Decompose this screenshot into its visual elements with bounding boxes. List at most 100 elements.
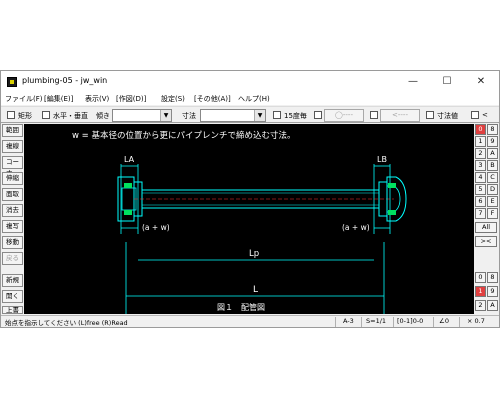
menu-draw[interactable]: [作図(D)]: [116, 94, 146, 104]
label-aw-right: (a + w): [342, 223, 370, 232]
status-divider: [361, 317, 362, 327]
weld-mark-right-top: [388, 183, 396, 188]
minimize-button[interactable]: —: [396, 71, 430, 93]
layer-9[interactable]: 9: [487, 286, 498, 297]
dim-label: 寸法: [182, 112, 196, 120]
tool-offset[interactable]: 複線: [2, 140, 23, 153]
chevron-down-icon: ▼: [254, 110, 265, 121]
rect-label: 矩形: [18, 112, 32, 120]
tool-chamfer[interactable]: 面取: [2, 188, 23, 201]
layer-group-1[interactable]: 1: [475, 136, 486, 147]
layer-group-a[interactable]: A: [487, 148, 498, 159]
rect-checkbox[interactable]: [7, 111, 15, 119]
maximize-button[interactable]: ☐: [430, 71, 464, 93]
layer-group-f[interactable]: F: [487, 208, 498, 219]
layer-group-9[interactable]: 9: [487, 136, 498, 147]
status-message: 始点を指示してください (L)free (R)Read: [5, 319, 128, 327]
layer-toolbox: 0 8 1 9 2 A 3 B 4 C 5 D 6 E 7 F All >< 0…: [475, 124, 499, 314]
status-bar: 始点を指示してください (L)free (R)Read A-3 S=1/1 [0…: [1, 315, 499, 327]
status-scale[interactable]: S=1/1: [366, 317, 386, 325]
layer-group-7[interactable]: 7: [475, 208, 486, 219]
menu-other[interactable]: [その他(A)]: [194, 94, 231, 104]
layer-2[interactable]: 2: [475, 300, 486, 311]
status-divider: [433, 317, 434, 327]
close-button[interactable]: ✕: [464, 71, 498, 93]
lt-label: <: [482, 111, 488, 119]
drawing-canvas[interactable]: w = 基本径の位置から更にパイプレンチで締め込む寸法。 LA LB (a + …: [24, 124, 474, 356]
tool-open[interactable]: 開く: [2, 290, 23, 303]
menu-settings[interactable]: 設定(S): [161, 94, 185, 104]
chevron-down-icon: ▼: [160, 110, 171, 121]
layer-group-2[interactable]: 2: [475, 148, 486, 159]
status-divider: [335, 317, 336, 327]
circle-checkbox[interactable]: [314, 111, 322, 119]
drawing-note: w = 基本径の位置から更にパイプレンチで締め込む寸法。: [72, 130, 295, 141]
layer-group-4[interactable]: 4: [475, 172, 486, 183]
layer-group-e[interactable]: E: [487, 196, 498, 207]
layer-group-b[interactable]: B: [487, 160, 498, 171]
tool-new[interactable]: 新規: [2, 274, 23, 287]
dimval-checkbox[interactable]: [426, 111, 434, 119]
layer-all-button[interactable]: All: [475, 222, 497, 233]
hv-checkbox[interactable]: [42, 111, 50, 119]
layer-a[interactable]: A: [487, 300, 498, 311]
dim-combo[interactable]: ▼: [200, 109, 266, 122]
layer-1[interactable]: 1: [475, 286, 486, 297]
layer-group-3[interactable]: 3: [475, 160, 486, 171]
status-paper-size[interactable]: A-3: [343, 317, 354, 325]
tool-range[interactable]: 範囲: [2, 124, 23, 137]
jw-app-icon: [7, 77, 17, 87]
tilt-label: 傾き: [96, 112, 110, 120]
layer-group-5[interactable]: 5: [475, 184, 486, 195]
circle-line-button[interactable]: ◯----: [324, 109, 364, 122]
window-title: plumbing-05 - jw_win: [22, 76, 108, 85]
tool-undo[interactable]: 戻る: [2, 252, 23, 265]
arrow-checkbox[interactable]: [370, 111, 378, 119]
status-divider: [459, 317, 460, 327]
tilt-combo[interactable]: ▼: [112, 109, 172, 122]
label-lp: Lp: [249, 249, 259, 259]
tool-overwrite[interactable]: 上書: [2, 306, 23, 314]
tool-move[interactable]: 移動: [2, 236, 23, 249]
tool-erase[interactable]: 消去: [2, 204, 23, 217]
status-divider: [393, 317, 394, 327]
menu-bar: ファイル(F) [編集(E)] 表示(V) [作図(D)] 設定(S) [その他…: [1, 93, 499, 105]
layer-exchange-button[interactable]: ><: [475, 236, 497, 247]
layer-0[interactable]: 0: [475, 272, 486, 283]
app-window: plumbing-05 - jw_win — ☐ ✕ ファイル(F) [編集(E…: [0, 70, 500, 356]
figure-caption: 図１ 配管図: [217, 302, 265, 312]
label-lb: LB: [377, 155, 387, 164]
pipe-drawing: w = 基本径の位置から更にパイプレンチで締め込む寸法。 LA LB (a + …: [72, 130, 407, 356]
status-angle[interactable]: ∠0: [439, 317, 449, 325]
hv-label: 水平・垂直: [53, 112, 88, 120]
layer-group-c[interactable]: C: [487, 172, 498, 183]
layer-group-8[interactable]: 8: [487, 124, 498, 135]
weld-mark-left-bottom: [124, 210, 132, 215]
status-layer[interactable]: [0-1]0-0: [397, 317, 423, 325]
left-toolbox: 範囲 複線 コーナー 伸縮 面取 消去 複写 移動 戻る 新規 開く 上書: [2, 124, 24, 314]
weld-mark-left-top: [124, 183, 132, 188]
deg15-label: 15度毎: [284, 112, 307, 120]
menu-file[interactable]: ファイル(F): [5, 94, 43, 104]
weld-mark-right-bottom: [388, 210, 396, 215]
layer-8[interactable]: 8: [487, 272, 498, 283]
tool-copy[interactable]: 複写: [2, 220, 23, 233]
deg15-checkbox[interactable]: [273, 111, 281, 119]
arrow-line-button[interactable]: <----: [380, 109, 420, 122]
menu-view[interactable]: 表示(V): [85, 94, 109, 104]
title-bar: plumbing-05 - jw_win — ☐ ✕: [1, 71, 499, 93]
layer-group-6[interactable]: 6: [475, 196, 486, 207]
label-aw-left: (a + w): [142, 223, 170, 232]
status-zoom[interactable]: × 0.7: [467, 317, 485, 325]
label-l: L: [253, 285, 258, 295]
layer-group-d[interactable]: D: [487, 184, 498, 195]
lt-checkbox[interactable]: [471, 111, 479, 119]
tool-extend[interactable]: 伸縮: [2, 172, 23, 185]
tool-corner[interactable]: コーナー: [2, 156, 23, 177]
menu-help[interactable]: ヘルプ(H): [238, 94, 270, 104]
label-la: LA: [124, 155, 135, 164]
tool-settings-bar: 矩形 水平・垂直 傾き ▼ 寸法 ▼ 15度毎 ◯---- <---- 寸法値 …: [1, 106, 499, 123]
layer-group-0[interactable]: 0: [475, 124, 486, 135]
menu-edit[interactable]: [編集(E)]: [44, 94, 73, 104]
dimval-label: 寸法値: [437, 112, 458, 120]
